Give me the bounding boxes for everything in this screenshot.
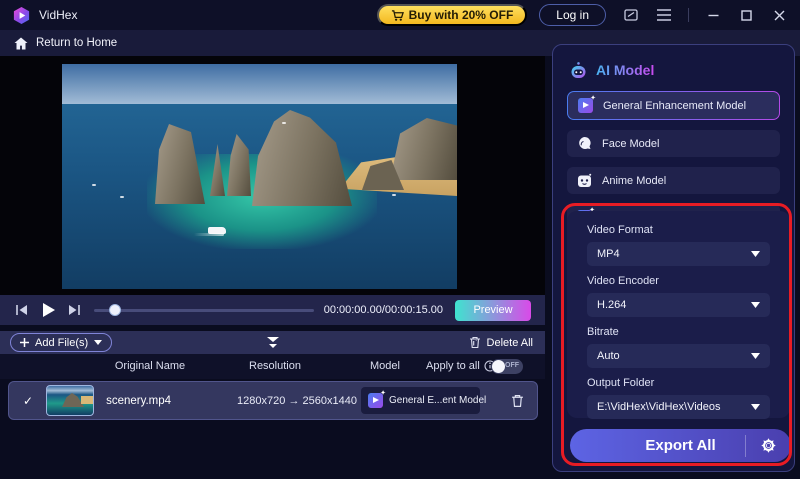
trash-icon [511, 394, 524, 408]
titlebar-divider [688, 8, 689, 22]
row-model-select[interactable]: ✦ General E...ent Model [361, 387, 480, 414]
field-value: H.264 [597, 299, 626, 311]
trash-icon [469, 336, 481, 349]
table-header: Original Name Resolution Model Apply to … [0, 354, 545, 379]
video-preview[interactable] [62, 64, 457, 289]
export-all-button[interactable]: Export All [570, 429, 791, 462]
export-settings-section[interactable] [745, 435, 791, 457]
field-label: Video Encoder [587, 275, 770, 287]
file-thumbnail [46, 385, 94, 416]
scene-boat [208, 227, 226, 234]
model-item-general-enhancement[interactable]: ✦ General Enhancement Model [568, 92, 779, 119]
vidhex-logo-icon [12, 6, 31, 25]
close-icon[interactable] [771, 7, 788, 24]
video-format-select[interactable]: MP4 [587, 242, 770, 266]
scene-small-boat [392, 194, 396, 196]
panel-title: AI Model [596, 62, 654, 78]
model-label: Face Model [602, 138, 659, 150]
check-icon[interactable]: ✓ [23, 394, 33, 408]
model-play-icon: ✦ [368, 393, 383, 408]
face-icon [577, 136, 592, 151]
scene-small-boat [120, 196, 124, 198]
delete-all-label: Delete All [487, 337, 533, 349]
video-stage [0, 56, 545, 295]
collapse-icon[interactable] [266, 337, 280, 349]
seek-track [94, 309, 314, 312]
robot-icon [569, 61, 588, 80]
resolution-from: 1280x720 [237, 395, 285, 407]
video-encoder-select[interactable]: H.264 [587, 293, 770, 317]
thumb-beach [81, 396, 93, 404]
return-home-label: Return to Home [36, 37, 117, 49]
file-row[interactable]: ✓ scenery.mp4 1280x720 → 2560x1440 ✦ Gen… [8, 381, 538, 420]
field-label: Bitrate [587, 326, 770, 338]
app-title: VidHex [39, 8, 77, 22]
resolution-to: 2560x1440 [303, 395, 357, 407]
field-label: Output Folder [587, 377, 770, 389]
files-toolbar: Add File(s) Delete All [0, 331, 545, 354]
apply-to-all-label: Apply to all [426, 360, 480, 372]
seek-slider[interactable] [94, 303, 314, 317]
file-name: scenery.mp4 [106, 395, 171, 407]
apply-to-all-toggle[interactable]: OFF [491, 359, 523, 374]
model-label: General Enhancement Model [603, 100, 746, 112]
arrow-icon: → [288, 395, 299, 407]
field-value: E:\VidHex\VidHex\Videos [597, 401, 721, 413]
time-display: 00:00:00.00/00:00:15.00 [324, 304, 443, 316]
model-item-selected-border: ✦ General Enhancement Model [567, 91, 780, 120]
add-files-label: Add File(s) [35, 337, 88, 349]
anime-face-icon [577, 173, 592, 188]
titlebar: VidHex Buy with 20% OFF Log in [0, 0, 800, 30]
login-button[interactable]: Log in [539, 4, 606, 26]
field-value: MP4 [597, 248, 620, 260]
model-item-face[interactable]: Face Model [567, 130, 780, 157]
buy-button[interactable]: Buy with 20% OFF [377, 4, 528, 26]
chevron-down-icon [751, 302, 760, 308]
field-value: Auto [597, 350, 620, 362]
row-delete-button[interactable] [511, 394, 524, 408]
previous-frame-icon[interactable] [14, 302, 30, 318]
buy-label: Buy with 20% OFF [409, 8, 514, 22]
feedback-icon[interactable] [622, 7, 639, 24]
toggle-knob [492, 360, 505, 373]
gear-icon [760, 437, 777, 454]
apply-to-all: Apply to all [426, 360, 496, 372]
export-all-label: Export All [570, 437, 745, 454]
next-frame-icon[interactable] [66, 302, 82, 318]
scene-sky [62, 64, 457, 104]
panel-header: AI Model [569, 59, 780, 81]
row-model-value: General E...ent Model [389, 395, 486, 406]
play-icon[interactable] [40, 302, 56, 318]
chevron-down-icon [751, 353, 760, 359]
model-item-anime[interactable]: Anime Model [567, 167, 780, 194]
file-resolution: 1280x720 → 2560x1440 [217, 395, 377, 407]
home-icon [14, 37, 28, 50]
add-files-button[interactable]: Add File(s) [10, 333, 112, 352]
chevron-down-icon [94, 340, 102, 345]
preview-button[interactable]: Preview [455, 300, 531, 321]
ai-model-panel: AI Model ✦ General Enhancement Model Fac… [552, 44, 795, 472]
chevron-down-icon [751, 251, 760, 257]
toggle-state: OFF [505, 362, 519, 369]
field-label: Video Format [587, 224, 770, 236]
scene-small-boat [282, 122, 286, 124]
col-resolution: Resolution [200, 360, 350, 372]
chevron-down-icon [751, 404, 760, 410]
menu-icon[interactable] [655, 7, 672, 24]
plus-icon [20, 338, 29, 347]
maximize-icon[interactable] [738, 7, 755, 24]
scene-small-boat [92, 184, 96, 186]
bitrate-select[interactable]: Auto [587, 344, 770, 368]
output-folder-select[interactable]: E:\VidHex\VidHex\Videos [587, 395, 770, 419]
play-square-icon: ✦ [578, 98, 593, 113]
player-controls: 00:00:00.00/00:00:15.00 Preview [0, 295, 545, 325]
minimize-icon[interactable] [705, 7, 722, 24]
col-model: Model [345, 360, 425, 372]
seek-thumb[interactable] [109, 304, 121, 316]
delete-all-button[interactable]: Delete All [469, 336, 533, 349]
output-settings-card: Video Format MP4 Video Encoder H.264 Bit… [567, 211, 790, 418]
left-region: 00:00:00.00/00:00:15.00 Preview Add File… [0, 56, 545, 479]
model-label: Anime Model [602, 175, 666, 187]
cart-icon [391, 9, 404, 22]
